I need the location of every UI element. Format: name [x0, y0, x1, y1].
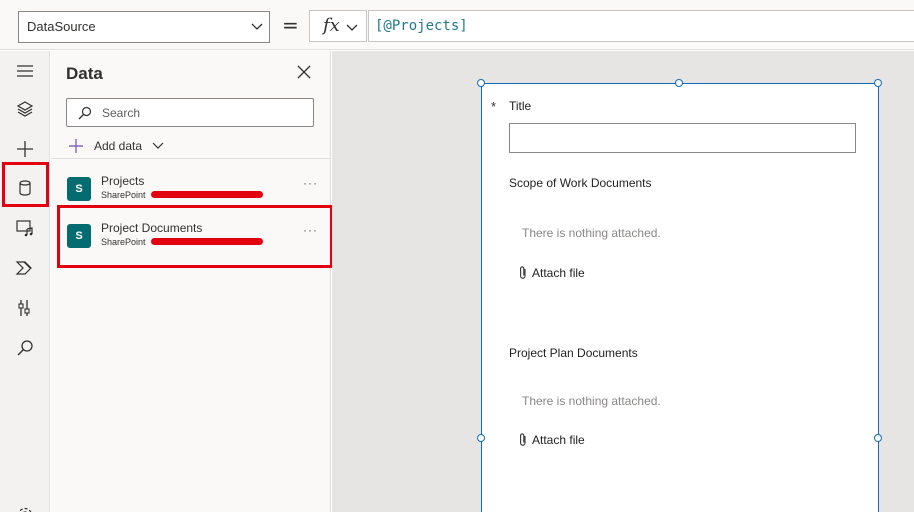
- layers-icon: [16, 101, 34, 117]
- property-dropdown[interactable]: DataSource: [18, 11, 270, 43]
- annotation-highlight-data-button: [2, 162, 49, 207]
- edit-form[interactable]: * Title Scope of Work Documents There is…: [481, 83, 879, 512]
- title-input[interactable]: [509, 123, 856, 153]
- attach-file-label: Attach file: [532, 266, 585, 280]
- fx-icon: fx: [323, 15, 340, 36]
- panel-title: Data: [66, 64, 103, 83]
- data-source-type: SharePoint: [101, 190, 146, 200]
- settings-icon: [18, 507, 32, 512]
- formula-input[interactable]: [@Projects]: [368, 10, 914, 42]
- title-label: Title: [509, 99, 532, 113]
- settings-button[interactable]: [0, 495, 50, 512]
- resize-handle[interactable]: [874, 434, 882, 442]
- fx-button[interactable]: fx: [309, 10, 367, 42]
- power-automate-button[interactable]: [0, 248, 50, 288]
- paperclip-icon: [520, 266, 526, 279]
- sharepoint-icon: S: [67, 177, 91, 201]
- advanced-tools-icon: [18, 300, 30, 316]
- more-options-button[interactable]: ···: [303, 176, 318, 190]
- resize-handle[interactable]: [675, 79, 683, 87]
- plus-icon: [17, 141, 33, 157]
- plan-empty-message: There is nothing attached.: [522, 394, 661, 408]
- media-button[interactable]: [0, 208, 50, 248]
- hamburger-button[interactable]: [0, 51, 50, 91]
- tree-view-button[interactable]: [0, 89, 50, 129]
- search-rail-button[interactable]: [0, 328, 50, 368]
- left-rail: [0, 51, 50, 512]
- chevron-down-icon: [251, 23, 263, 30]
- property-dropdown-value: DataSource: [27, 19, 96, 34]
- paperclip-icon: [520, 433, 526, 446]
- required-marker: *: [491, 99, 497, 114]
- resize-handle[interactable]: [477, 79, 485, 87]
- redaction-mark: [151, 191, 263, 198]
- plus-icon: [69, 139, 83, 153]
- search-input[interactable]: [102, 103, 302, 123]
- resize-handle[interactable]: [874, 79, 882, 87]
- attach-file-label: Attach file: [532, 433, 585, 447]
- search-icon: [17, 340, 33, 356]
- media-icon: [16, 220, 33, 237]
- scope-of-work-label: Scope of Work Documents: [509, 176, 652, 190]
- project-plan-label: Project Plan Documents: [509, 346, 638, 360]
- advanced-tools-button[interactable]: [0, 288, 50, 328]
- data-source-name: Projects: [101, 174, 145, 188]
- close-icon[interactable]: [296, 64, 312, 80]
- hamburger-icon: [17, 65, 33, 77]
- power-automate-icon: [15, 261, 32, 275]
- power-apps-studio: DataSource = fx [@Projects] Data Search …: [0, 0, 914, 512]
- formula-bar: DataSource = fx [@Projects]: [0, 0, 914, 50]
- chevron-down-icon: [346, 24, 358, 31]
- add-data-label: Add data: [94, 139, 143, 153]
- equals-sign: =: [282, 13, 299, 37]
- annotation-highlight-project-documents: [57, 205, 333, 268]
- data-panel: Data Add data S Projects SharePoint ··· …: [51, 51, 331, 512]
- panel-divider: [51, 158, 330, 159]
- chevron-down-icon: [152, 142, 164, 149]
- search-box[interactable]: [66, 98, 314, 127]
- scope-empty-message: There is nothing attached.: [522, 226, 661, 240]
- search-icon: [78, 106, 92, 120]
- resize-handle[interactable]: [477, 434, 485, 442]
